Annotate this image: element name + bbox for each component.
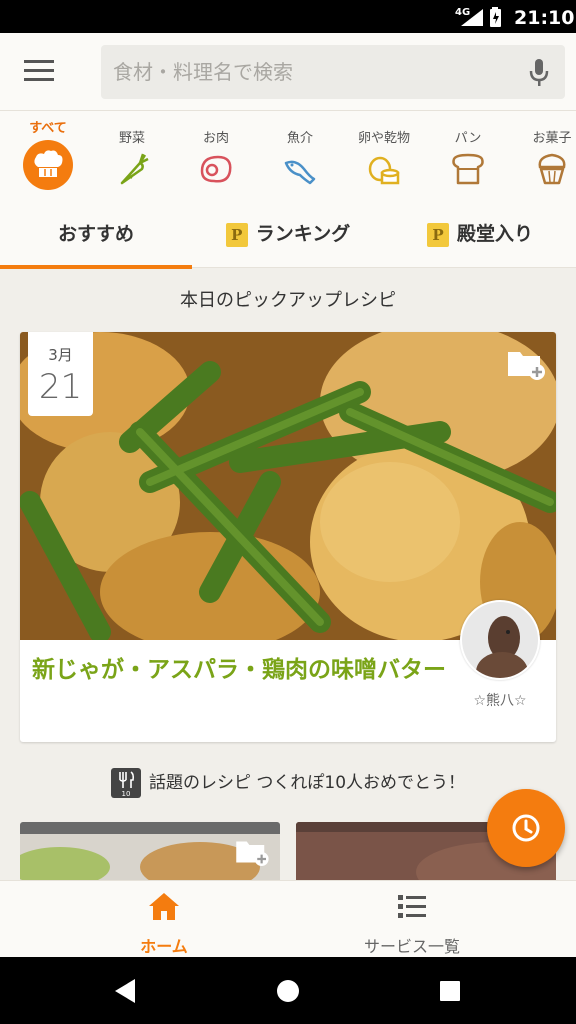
tsukurepo-10-icon: 10: [110, 768, 141, 798]
clock-icon: [512, 814, 540, 842]
category-label: お菓子: [532, 131, 572, 146]
battery-icon: [490, 7, 501, 27]
badge-number: 10: [122, 790, 131, 798]
bread-icon: [452, 153, 484, 185]
tab-recommended[interactable]: おすすめ: [0, 203, 192, 269]
topic-text: 話題のレシピ つくれぽ10人おめでとう！: [148, 773, 466, 793]
tab-hall-of-fame[interactable]: P 殿堂入り: [384, 203, 576, 268]
recents-icon[interactable]: [439, 980, 461, 1002]
recipe-thumbnail[interactable]: [20, 822, 280, 882]
category-seafood[interactable]: 魚介: [260, 111, 340, 189]
status-bar: 4G 21:10: [0, 0, 576, 33]
date-day: 21: [38, 367, 83, 407]
hamburger-menu-icon[interactable]: [24, 60, 54, 84]
microphone-icon[interactable]: [529, 59, 549, 87]
category-label: 魚介: [286, 131, 313, 146]
system-navigation-bar: [0, 957, 576, 1024]
section-title: 本日のピックアップレシピ: [180, 290, 396, 311]
meat-icon: [200, 155, 232, 183]
tab-label: ランキング: [255, 223, 351, 245]
save-to-folder-icon[interactable]: [506, 348, 546, 380]
pickup-recipe-card[interactable]: 3月 21 新じゃが・アスパラ・鶏肉の味噌バター ☆熊八☆: [20, 332, 556, 742]
clock: 21:10: [514, 7, 575, 29]
recipe-photo: [20, 332, 556, 640]
category-label: 野菜: [118, 131, 145, 146]
cupcake-icon: [538, 153, 566, 185]
category-vegetables[interactable]: 野菜: [92, 111, 172, 189]
recipe-tabs: おすすめ P ランキング P 殿堂入り: [0, 203, 576, 269]
category-all[interactable]: すべて: [8, 111, 88, 191]
category-label: 卵や乾物: [357, 131, 410, 146]
recipe-title[interactable]: 新じゃが・アスパラ・鶏肉の味噌バター: [32, 654, 452, 686]
nav-label: サービス一覧: [363, 937, 460, 956]
category-label: お肉: [202, 131, 229, 146]
nav-label: ホーム: [140, 937, 188, 956]
save-to-folder-icon[interactable]: [234, 838, 270, 866]
author-name[interactable]: ☆熊八☆: [450, 690, 550, 710]
category-label: すべて: [29, 121, 67, 136]
search-bar[interactable]: [101, 45, 565, 99]
date-month: 3月: [48, 346, 73, 364]
chef-hat-icon: [23, 140, 73, 190]
bottom-navigation: ホーム サービス一覧: [0, 880, 576, 957]
signal-icon: [461, 9, 483, 26]
category-bread[interactable]: パン: [428, 111, 508, 189]
home-circle-icon[interactable]: [276, 979, 300, 1003]
carrot-icon: [120, 153, 149, 185]
fish-icon: [284, 160, 316, 185]
author-avatar[interactable]: [460, 600, 540, 680]
back-icon[interactable]: [113, 978, 137, 1004]
home-icon: [149, 893, 179, 920]
date-badge: 3月 21: [28, 332, 93, 416]
nav-services[interactable]: サービス一覧: [268, 881, 556, 958]
category-eggs-dried[interactable]: 卵や乾物: [344, 111, 424, 189]
list-icon: [398, 895, 426, 918]
egg-icon: [368, 156, 400, 185]
history-button[interactable]: [487, 789, 565, 867]
tab-ranking[interactable]: P ランキング: [192, 203, 384, 268]
nav-home[interactable]: ホーム: [20, 881, 308, 958]
app-header: [0, 33, 576, 111]
tab-label: 殿堂入り: [456, 223, 533, 245]
category-meat[interactable]: お肉: [176, 111, 256, 189]
premium-badge-icon: P: [225, 222, 248, 247]
category-sweets[interactable]: お菓子: [512, 111, 576, 189]
category-label: パン: [454, 131, 482, 146]
search-input[interactable]: [113, 57, 513, 87]
tab-label: おすすめ: [57, 223, 134, 245]
author-photo: [462, 602, 538, 678]
premium-badge-icon: P: [426, 222, 449, 247]
category-bar: すべて 野菜 お肉 魚介 卵や乾物 パン お菓子: [0, 111, 576, 203]
